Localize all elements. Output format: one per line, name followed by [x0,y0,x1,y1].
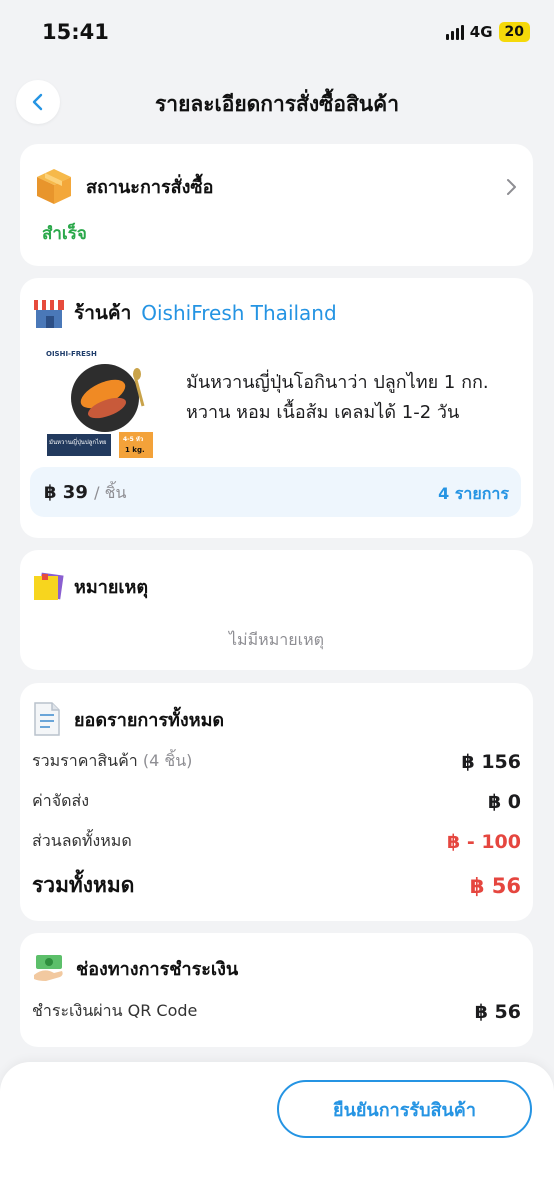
status-bar: 15:41 4G 20 [0,0,554,66]
product-title[interactable]: มันหวานญี่ปุ่นโอกินาว่า ปลูกไทย 1 กก. หว… [186,368,516,428]
shipping-row: ค่าจัดส่ง ฿ 0 [32,789,521,814]
order-status-header: สถานะการสั่งซื้อ [34,166,213,206]
note-title: หมายเหตุ [74,576,149,598]
product-image[interactable]: OISHI-FRESH มันหวานญี่ปุ่นปลูกไทย 4-5 หั… [43,346,155,458]
subtotal-value: ฿ 156 [461,750,522,773]
network-type: 4G [469,23,493,41]
payment-card: ช่องทางการชำระเงิน ชำระเงินผ่าน QR Code … [20,933,533,1047]
payment-method: ชำระเงินผ่าน QR Code [32,1001,198,1020]
document-icon [34,702,60,736]
status-indicators: 4G 20 [445,22,530,42]
total-label: รวมทั้งหมด [32,873,135,897]
bottom-action-bar: ยืนยันการรับสินค้า [0,1062,554,1200]
payment-method-row: ชำระเงินผ่าน QR Code ฿ 56 [32,999,521,1024]
product-image-weight: 1 kg. [125,446,145,454]
battery-icon: 20 [498,22,530,42]
items-count-link[interactable]: 4 รายการ [438,482,509,507]
note-empty-text: ไม่มีหมายเหตุ [229,630,324,649]
product-image-badge: 4-5 หัว [123,436,144,443]
discount-row: ส่วนลดทั้งหมด ฿ - 100 [32,829,521,854]
price-bar: ฿ 39 / ชิ้น 4 รายการ [30,467,521,517]
product-price: ฿ 39 / ชิ้น [44,481,126,506]
discount-value: ฿ - 100 [447,830,521,853]
store-name-link[interactable]: OishiFresh Thailand [141,301,336,325]
chevron-right-icon [507,179,516,195]
shipping-value: ฿ 0 [487,790,521,813]
subtotal-label-text: รวมราคาสินค้า [32,751,138,770]
page-title: รายละเอียดการสั่งซื้อสินค้า [155,92,399,116]
total-row: รวมทั้งหมด ฿ 56 [32,869,521,902]
note-header: หมายเหตุ [32,570,148,602]
status-time: 15:41 [42,20,109,44]
product-image-caption: มันหวานญี่ปุ่นปลูกไทย [49,439,107,446]
price-unit: / ชิ้น [94,483,127,502]
subtotal-qty: (4 ชิ้น) [142,751,193,770]
store-label: ร้านค้า [74,302,132,324]
summary-header: ยอดรายการทั้งหมด [32,701,224,737]
payment-amount: ฿ 56 [474,1000,521,1023]
cash-icon [34,955,63,981]
shipping-label: ค่าจัดส่ง [32,791,90,810]
store-header: ร้านค้า OishiFresh Thailand [32,296,337,330]
signal-icon [445,24,464,40]
subtotal-label: รวมราคาสินค้า (4 ชิ้น) [32,749,192,774]
store-card: ร้านค้า OishiFresh Thailand OISHI-FRESH … [20,278,533,538]
subtotal-row: รวมราคาสินค้า (4 ชิ้น) ฿ 156 [32,749,521,774]
summary-title: ยอดรายการทั้งหมด [74,709,225,731]
note-icon [34,572,64,600]
payment-header: ช่องทางการชำระเงิน [32,953,238,983]
total-value: ฿ 56 [469,873,521,898]
discount-label: ส่วนลดทั้งหมด [32,831,132,850]
payment-title: ช่องทางการชำระเงิน [76,958,239,980]
product-image-brand: OISHI-FRESH [46,350,97,358]
order-status-value: สำเร็จ [42,224,87,244]
order-summary-card: ยอดรายการทั้งหมด รวมราคาสินค้า (4 ชิ้น) … [20,683,533,921]
header: รายละเอียดการสั่งซื้อสินค้า [0,78,554,126]
order-status-card[interactable]: สถานะการสั่งซื้อ สำเร็จ [20,144,533,266]
store-icon [34,300,64,328]
confirm-receipt-button[interactable]: ยืนยันการรับสินค้า [277,1080,532,1138]
price-value: ฿ 39 [44,482,88,503]
order-status-title: สถานะการสั่งซื้อ [86,176,214,198]
note-card: หมายเหตุ ไม่มีหมายเหตุ [20,550,533,670]
package-icon [37,169,71,204]
